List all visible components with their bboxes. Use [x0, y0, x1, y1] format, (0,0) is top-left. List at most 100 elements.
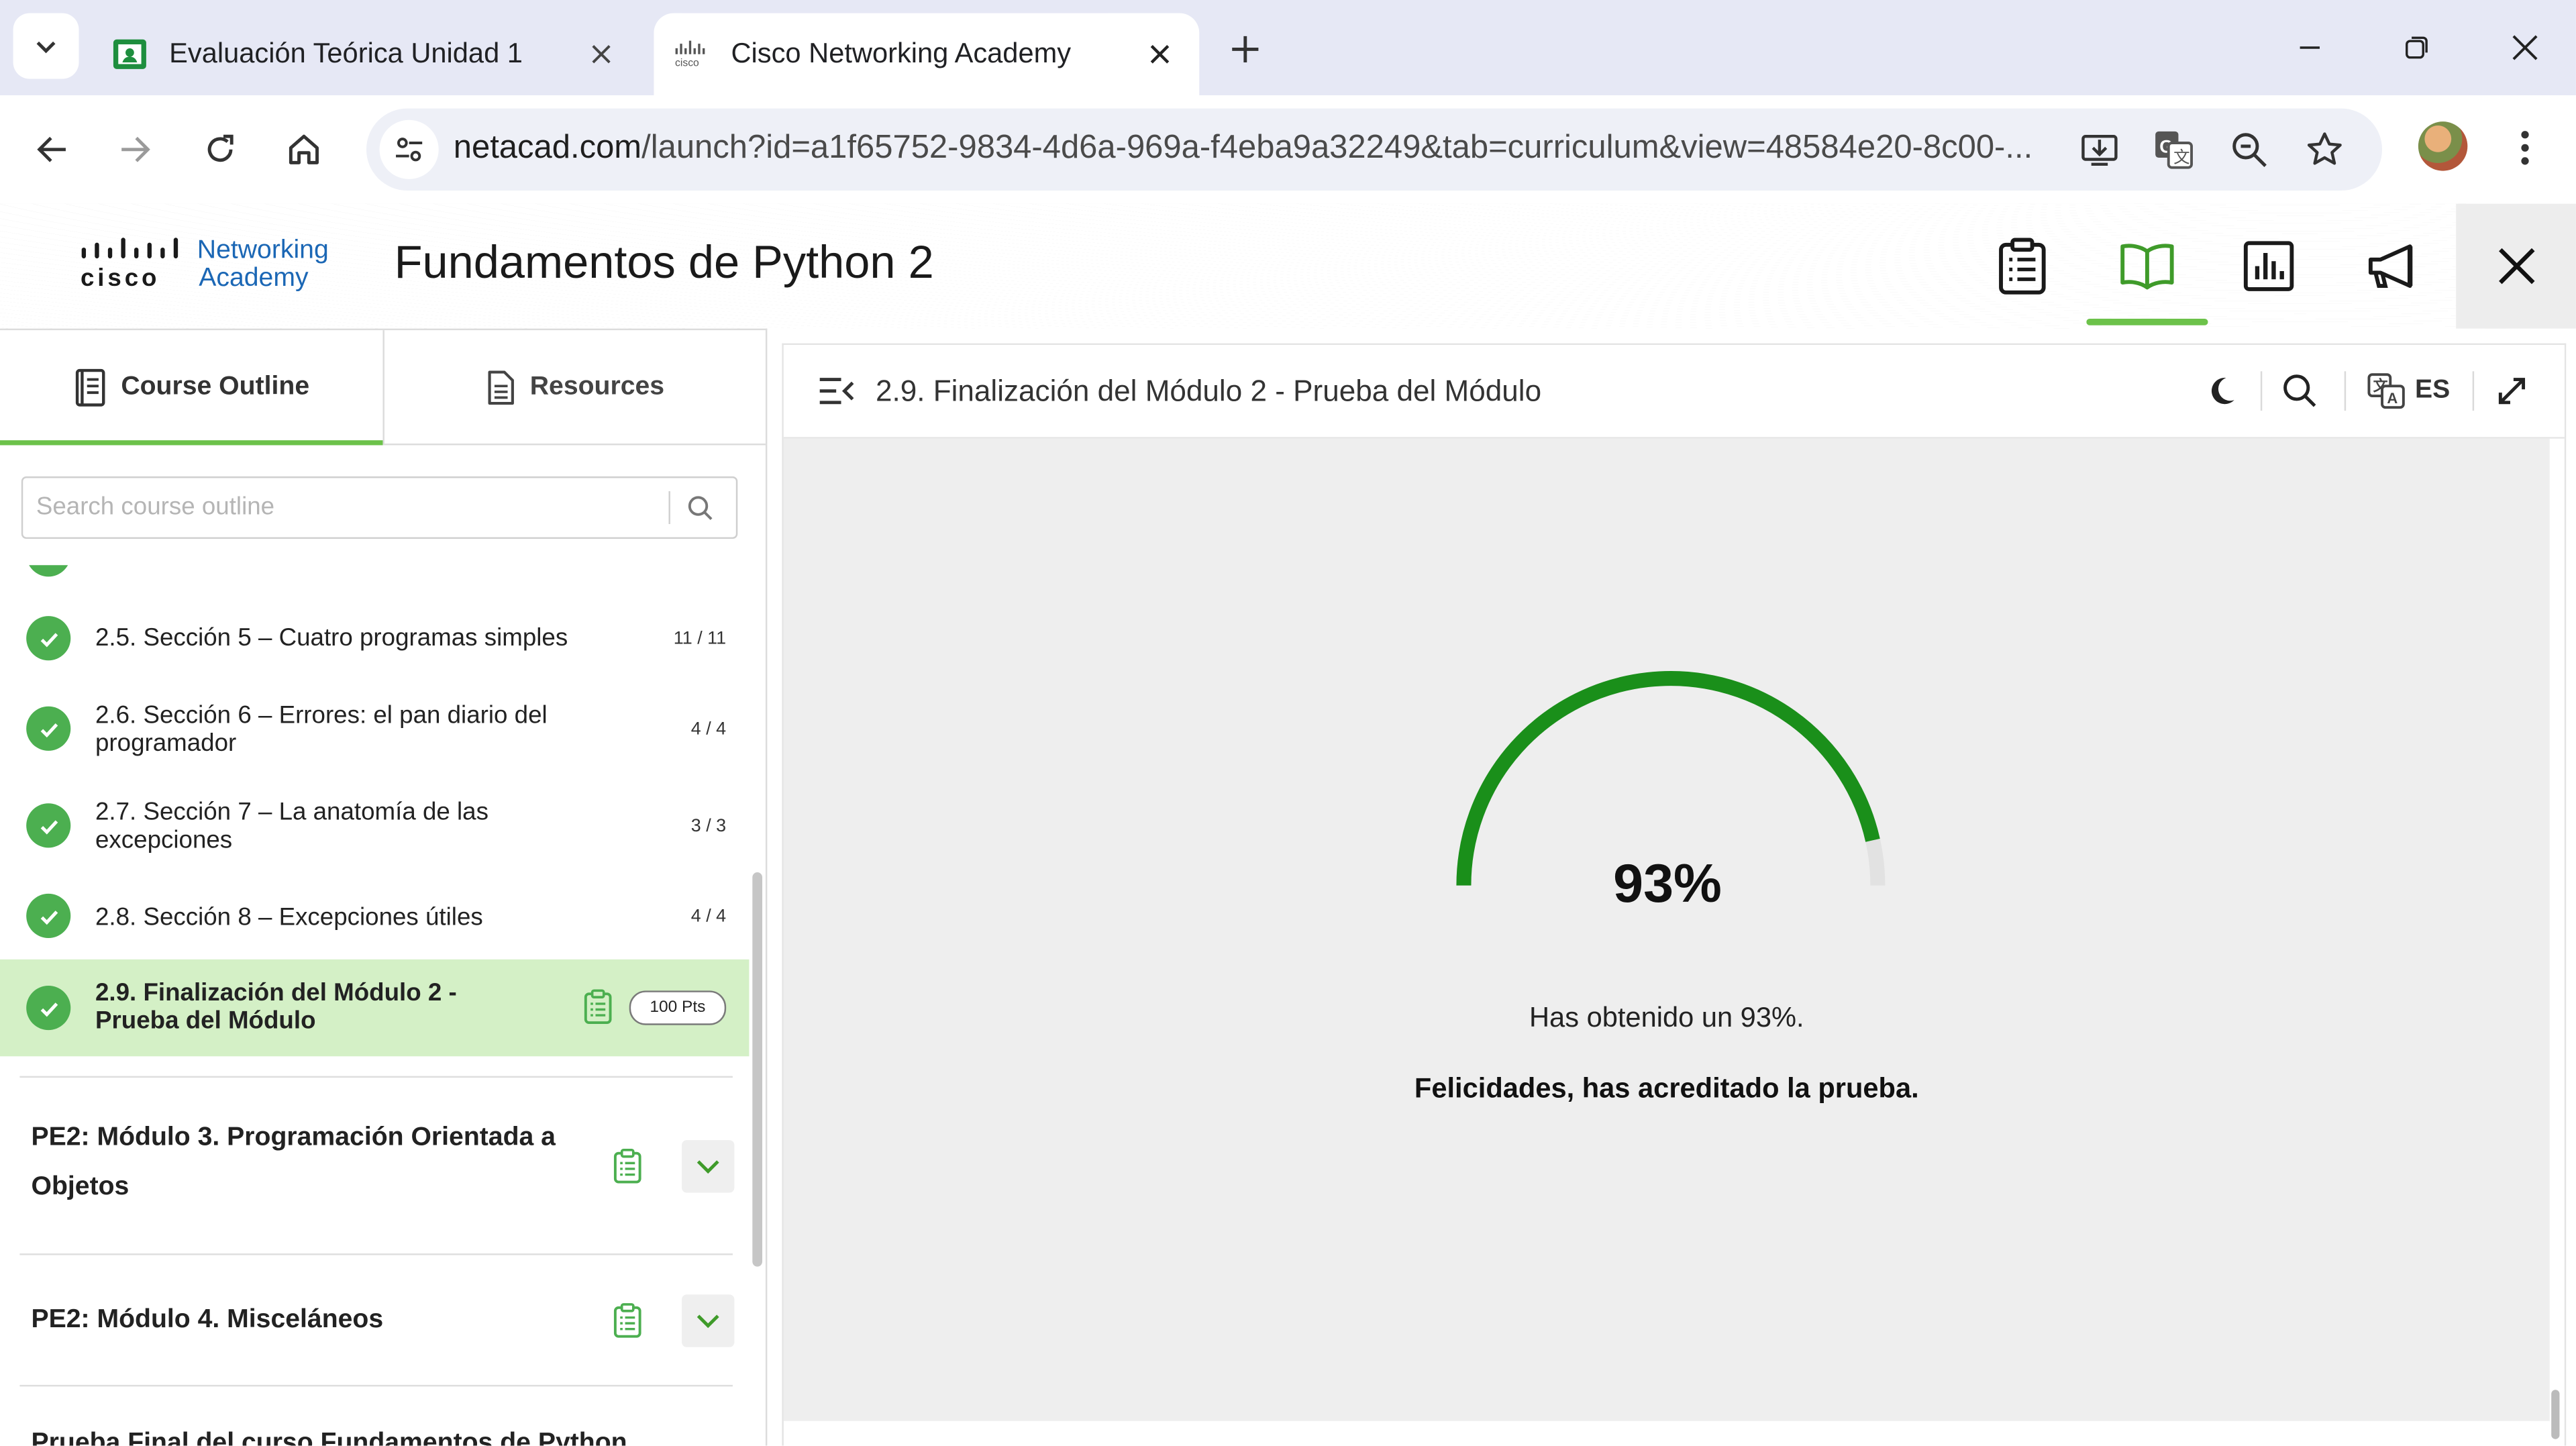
- toggle-outline-button[interactable]: [817, 371, 856, 411]
- module-item-3[interactable]: PE2: Módulo 3. Programación Orientada a …: [19, 1076, 735, 1253]
- url-path: /launch?id=a1f65752-9834-4d6a-969a-f4eba…: [641, 130, 2033, 166]
- browser-tab-netacad[interactable]: cisco Cisco Networking Academy: [654, 13, 1200, 96]
- grades-button[interactable]: [2208, 204, 2330, 329]
- megaphone-icon: [2368, 244, 2413, 288]
- zoom-icon[interactable]: [2224, 125, 2273, 174]
- progress-count: 3 / 3: [690, 816, 727, 837]
- browser-menu-button[interactable]: [2500, 121, 2549, 174]
- close-icon: [2497, 248, 2534, 285]
- back-button[interactable]: [19, 117, 85, 183]
- expand-module-button[interactable]: [682, 1294, 735, 1347]
- profile-avatar[interactable]: [2418, 121, 2468, 171]
- course-sidebar: Course Outline Resources 2.5: [0, 328, 768, 1446]
- search-button[interactable]: [2277, 368, 2323, 414]
- outline-book-icon: [75, 368, 105, 406]
- bookmark-star-icon[interactable]: [2300, 125, 2349, 174]
- close-course-button[interactable]: [2456, 203, 2576, 329]
- restore-icon: [2406, 36, 2428, 59]
- reload-icon: [207, 134, 234, 162]
- divider: [2472, 371, 2475, 411]
- close-window-button[interactable]: [2489, 19, 2561, 75]
- quiz-clipboard-icon: [611, 1147, 644, 1186]
- assignments-button[interactable]: [1961, 204, 2083, 329]
- svg-text:文: 文: [2173, 148, 2189, 166]
- score-percentage: 93%: [1613, 852, 1722, 914]
- page-title: 2.9. Finalización del Módulo 2 - Prueba …: [875, 374, 1542, 408]
- site-info-button[interactable]: [379, 119, 439, 179]
- module-title: PE2: Módulo 3. Programación Orientada a …: [31, 1123, 556, 1201]
- outline-item-label: 2.9. Finalización del Módulo 2 - Prueba …: [95, 979, 457, 1035]
- minimize-icon: [2300, 46, 2320, 49]
- close-tab-icon[interactable]: [1137, 32, 1183, 78]
- cisco-bars-icon: [81, 238, 178, 259]
- tab-label: Resources: [529, 372, 665, 401]
- search-icon[interactable]: [680, 488, 720, 527]
- quiz-result-area: 93% Has obtenido un 93%. Felicidades, ha…: [783, 438, 2550, 1421]
- module-item-final[interactable]: Prueba Final del curso Fundamentos de Py…: [19, 1384, 733, 1446]
- more-vert-icon: [2521, 131, 2529, 165]
- address-bar[interactable]: netacad.com/launch?id=a1f65752-9834-4d6a…: [366, 108, 2383, 191]
- quiz-clipboard-icon: [611, 1301, 644, 1341]
- restore-button[interactable]: [2381, 19, 2453, 75]
- tab-resources[interactable]: Resources: [384, 330, 766, 444]
- clipboard-list-icon: [1999, 238, 2046, 295]
- dark-mode-button[interactable]: [2198, 368, 2245, 414]
- outline-item[interactable]: 2.8. Sección 8 – Excepciones útiles 4 / …: [0, 890, 749, 943]
- sidebar-scrollbar[interactable]: [752, 872, 763, 1267]
- outline-item-current[interactable]: 2.9. Finalización del Módulo 2 - Prueba …: [0, 959, 750, 1057]
- progress-count: 4 / 4: [690, 719, 727, 739]
- browser-tab-evaluacion[interactable]: Evaluación Teórica Unidad 1: [92, 13, 641, 95]
- url-host: netacad.com: [453, 130, 642, 166]
- outline-item[interactable]: 2.6. Sección 6 – Errores: el pan diario …: [0, 696, 749, 762]
- divider: [2344, 371, 2347, 411]
- arrow-right-icon: [121, 136, 150, 162]
- close-tab-icon[interactable]: [578, 32, 625, 78]
- course-title: Fundamentos de Python 2: [394, 236, 934, 288]
- module-item-4[interactable]: PE2: Módulo 4. Misceláneos: [19, 1253, 735, 1386]
- expand-module-button[interactable]: [682, 1140, 735, 1193]
- menu-collapse-icon: [819, 378, 854, 405]
- announcements-button[interactable]: [2333, 204, 2455, 329]
- moon-icon: [2211, 378, 2234, 405]
- outline-item[interactable]: 2.7. Sección 7 – La anatomía de las exce…: [0, 794, 749, 860]
- url-text[interactable]: netacad.com/launch?id=a1f65752-9834-4d6a…: [454, 130, 2047, 167]
- language-code: ES: [2415, 376, 2451, 405]
- forward-button[interactable]: [102, 117, 168, 183]
- fullscreen-button[interactable]: [2489, 368, 2535, 414]
- list-item: [0, 565, 749, 578]
- new-tab-button[interactable]: [1219, 23, 1272, 75]
- curriculum-button[interactable]: [2086, 204, 2208, 329]
- check-circle-icon: [26, 565, 71, 577]
- tab-title: Evaluación Teórica Unidad 1: [169, 38, 523, 69]
- minimize-button[interactable]: [2273, 19, 2346, 75]
- content-scrollbar[interactable]: [2551, 1390, 2560, 1439]
- translate-icon[interactable]: G文: [2149, 125, 2198, 174]
- home-icon: [289, 134, 319, 164]
- install-app-icon[interactable]: [2075, 125, 2124, 174]
- tab-search-button[interactable]: [13, 13, 79, 79]
- reload-button[interactable]: [187, 117, 253, 183]
- chevron-down-icon: [36, 41, 56, 54]
- expand-icon: [2498, 378, 2526, 405]
- progress-count: 4 / 4: [690, 907, 727, 927]
- search-input[interactable]: [32, 491, 648, 523]
- outline-search-box: [21, 476, 738, 539]
- tab-course-outline[interactable]: Course Outline: [0, 330, 384, 446]
- plus-icon: [1232, 36, 1259, 63]
- search-icon: [2283, 374, 2316, 407]
- tab-title: Cisco Networking Academy: [731, 38, 1072, 69]
- cisco-networking-academy-logo[interactable]: cisco Networking Academy: [81, 237, 329, 293]
- translate-icon: 文A: [2367, 373, 2405, 409]
- points-badge: 100 Pts: [629, 990, 727, 1025]
- outline-item[interactable]: 2.5. Sección 5 – Cuatro programas simple…: [0, 611, 749, 664]
- app-header: cisco Networking Academy Fundamentos de …: [0, 203, 2576, 329]
- divider: [2260, 371, 2263, 411]
- pass-message: Felicidades, has acreditado la prueba.: [1414, 1072, 1919, 1104]
- language-selector[interactable]: 文A ES: [2367, 368, 2450, 414]
- outline-item-label: 2.7. Sección 7 – La anatomía de las exce…: [95, 798, 488, 855]
- svg-text:cisco: cisco: [675, 58, 699, 69]
- check-circle-icon: [26, 706, 71, 751]
- course-outline-list: 2.5. Sección 5 – Cuatro programas simple…: [0, 565, 752, 1446]
- home-button[interactable]: [271, 117, 337, 183]
- logo-text: Networking Academy: [197, 237, 329, 293]
